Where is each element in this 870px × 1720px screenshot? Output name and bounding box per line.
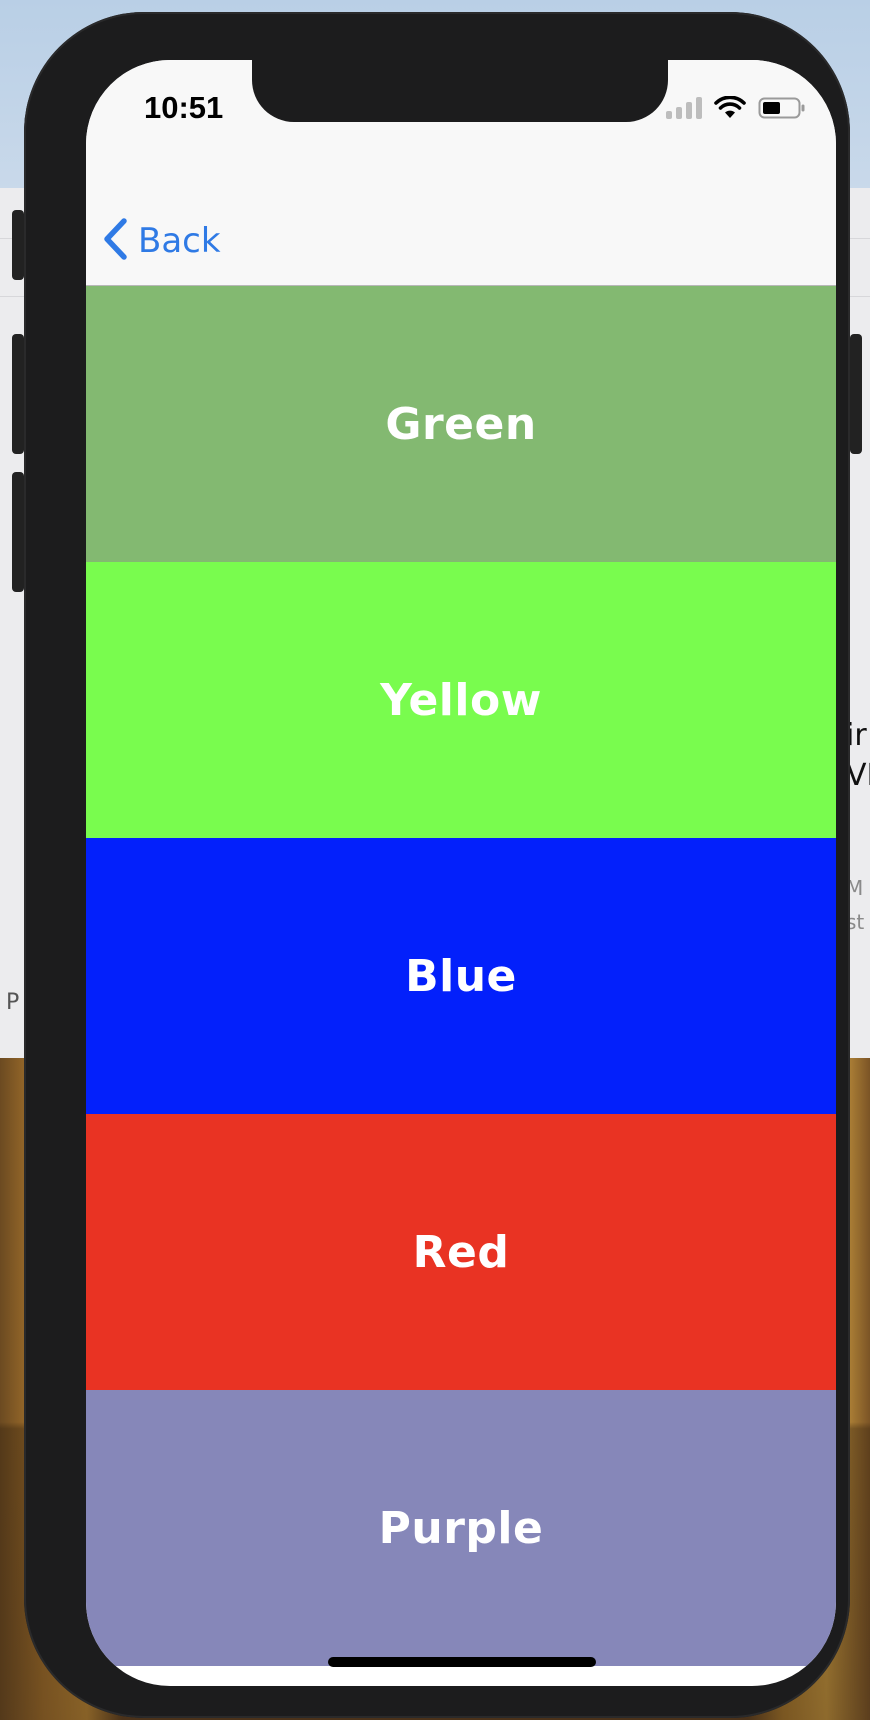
color-row-label: Red bbox=[412, 1226, 510, 1278]
wifi-icon bbox=[714, 96, 746, 120]
home-indicator[interactable] bbox=[328, 1657, 596, 1667]
status-icons bbox=[666, 96, 806, 120]
cellular-signal-icon bbox=[666, 97, 702, 119]
chevron-left-icon bbox=[102, 218, 128, 264]
volume-down-button bbox=[12, 472, 24, 592]
navigation-bar: Back bbox=[86, 170, 836, 286]
color-row-label: Yellow bbox=[380, 674, 542, 726]
color-list: Green Yellow Blue Red Purple bbox=[86, 286, 836, 1666]
background-text-fragment: P bbox=[6, 990, 20, 1015]
color-row-label: Green bbox=[385, 398, 537, 450]
status-time: 10:51 bbox=[144, 90, 224, 125]
color-row-yellow[interactable]: Yellow bbox=[86, 562, 836, 838]
mute-switch bbox=[12, 210, 24, 280]
back-button-label: Back bbox=[138, 221, 221, 261]
color-row-purple[interactable]: Purple bbox=[86, 1390, 836, 1666]
color-row-red[interactable]: Red bbox=[86, 1114, 836, 1390]
power-button bbox=[850, 334, 862, 454]
color-row-blue[interactable]: Blue bbox=[86, 838, 836, 1114]
color-row-label: Purple bbox=[378, 1502, 544, 1554]
battery-icon bbox=[758, 96, 806, 120]
display-notch bbox=[252, 60, 668, 122]
color-row-label: Blue bbox=[405, 950, 517, 1002]
iphone-simulator-frame: 10:51 Back Green Yellow Blue Red Purple bbox=[12, 12, 862, 1718]
desktop-background: P ir VI M st 10:51 bbox=[0, 0, 870, 1720]
back-button[interactable]: Back bbox=[102, 218, 221, 264]
color-row-green[interactable]: Green bbox=[86, 286, 836, 562]
phone-screen: 10:51 Back Green Yellow Blue Red Purple bbox=[86, 60, 836, 1686]
volume-up-button bbox=[12, 334, 24, 454]
